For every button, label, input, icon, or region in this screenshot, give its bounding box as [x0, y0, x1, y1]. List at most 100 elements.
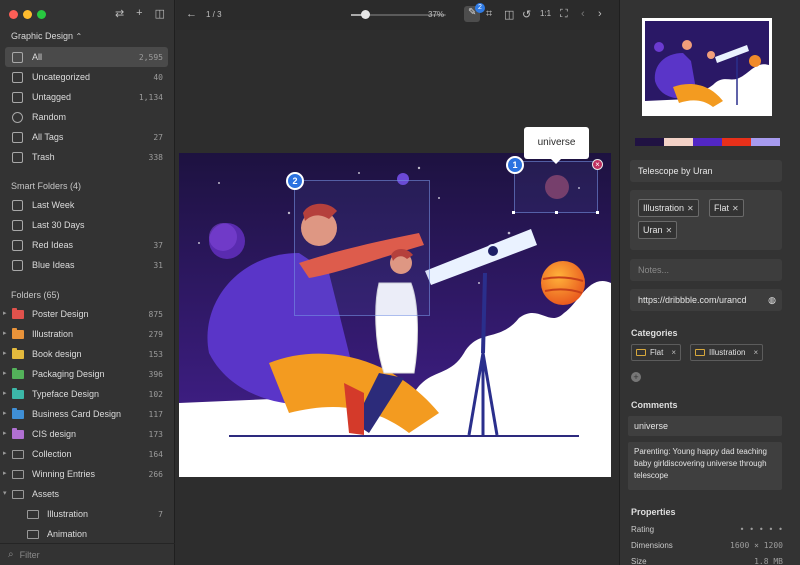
- disclosure-arrow-icon[interactable]: ▸: [3, 369, 7, 377]
- palette-swatch[interactable]: [693, 138, 722, 146]
- resize-handle[interactable]: [512, 211, 515, 214]
- window-controls: [9, 10, 46, 19]
- swap-icon[interactable]: ⇄: [115, 7, 124, 20]
- property-dimensions: Dimensions 1600 × 1200: [631, 541, 783, 550]
- annotation-region-1[interactable]: [514, 161, 598, 213]
- property-rating: Rating • • • • •: [631, 525, 783, 534]
- tags-field[interactable]: Illustration ✕ Flat ✕ Uran ✕: [630, 190, 782, 250]
- rating-stars[interactable]: • • • • •: [740, 525, 783, 534]
- folder-business-card-design[interactable]: ▸ Business Card Design 117: [3, 404, 168, 424]
- tag-uran[interactable]: Uran ✕: [638, 221, 678, 239]
- remove-category-icon[interactable]: ×: [753, 348, 758, 357]
- folder-poster-design[interactable]: ▸ Poster Design 875: [3, 304, 168, 324]
- fit-screen-icon[interactable]: ⛶: [560, 8, 568, 21]
- annotation-region-2[interactable]: [294, 180, 430, 316]
- globe-icon[interactable]: ◍: [768, 295, 776, 306]
- disclosure-arrow-icon[interactable]: ▸: [3, 329, 7, 337]
- tag-flat[interactable]: Flat ✕: [709, 199, 744, 217]
- rotate-icon[interactable]: ↺: [522, 8, 531, 21]
- category-flat[interactable]: Flat ×: [631, 344, 682, 361]
- category-illustration[interactable]: Illustration ×: [690, 344, 764, 361]
- disclosure-arrow-icon[interactable]: ▸: [3, 469, 7, 477]
- remove-category-icon[interactable]: ×: [671, 348, 676, 357]
- palette-swatch[interactable]: [635, 138, 664, 146]
- disclosure-arrow-icon[interactable]: ▸: [3, 409, 7, 417]
- folder-icon: [12, 387, 24, 399]
- folder-collection[interactable]: ▸ Collection 164: [3, 444, 168, 464]
- folder-assets[interactable]: ▾ Assets: [3, 484, 168, 504]
- comment-body-field[interactable]: Parenting: Young happy dad teaching baby…: [628, 442, 782, 490]
- palette-swatch[interactable]: [751, 138, 780, 146]
- sidebar-item-all-tags[interactable]: All Tags 27: [5, 127, 168, 147]
- folder-illustration[interactable]: ▸ Illustration 279: [3, 324, 168, 344]
- add-category-icon[interactable]: +: [631, 372, 641, 382]
- search-icon: ⌕: [8, 549, 14, 560]
- sidebar-item-trash[interactable]: Trash 338: [5, 147, 168, 167]
- folder-book-design[interactable]: ▸ Book design 153: [3, 344, 168, 364]
- close-window-button[interactable]: [9, 10, 18, 19]
- comment-title-field[interactable]: universe: [628, 416, 782, 436]
- title-field[interactable]: Telescope by Uran: [630, 160, 782, 182]
- folder-winning-entries[interactable]: ▸ Winning Entries 266: [3, 464, 168, 484]
- folder-cis-design[interactable]: ▸ CIS design 173: [3, 424, 168, 444]
- smart-folder-last-week[interactable]: Last Week: [5, 195, 168, 215]
- disclosure-arrow-icon[interactable]: ▸: [3, 349, 7, 357]
- minimize-window-button[interactable]: [23, 10, 32, 19]
- library-title: Graphic Design: [11, 31, 74, 41]
- smart-folder-red-ideas[interactable]: Red Ideas 37: [5, 235, 168, 255]
- folder-packaging-design[interactable]: ▸ Packaging Design 396: [3, 364, 168, 384]
- add-icon[interactable]: +: [136, 7, 142, 20]
- folder-outline-icon: [12, 449, 24, 459]
- sidebar-item-random[interactable]: Random: [5, 107, 168, 127]
- viewer-toolbar: ← 1 / 3 37% ✎ 2 ⌗ ◫ ↺ 1:1 ⛶ ‹ ›: [176, 0, 619, 30]
- remove-tag-icon[interactable]: ✕: [687, 204, 694, 213]
- crop-icon[interactable]: ⌗: [486, 8, 492, 21]
- smart-folder-blue-ideas[interactable]: Blue Ideas 31: [5, 255, 168, 275]
- folder-typeface-design[interactable]: ▸ Typeface Design 102: [3, 384, 168, 404]
- smart-folders-list: Last Week Last 30 Days Red Ideas 37 Blue…: [5, 195, 168, 275]
- filter-bar[interactable]: ⌕ Filter: [0, 543, 175, 565]
- tag-illustration[interactable]: Illustration ✕: [638, 199, 699, 217]
- remove-tag-icon[interactable]: ✕: [732, 204, 739, 213]
- disclosure-arrow-icon[interactable]: ▸: [3, 309, 7, 317]
- back-icon[interactable]: ←: [186, 8, 197, 20]
- disclosure-arrow-expanded-icon[interactable]: ▾: [3, 489, 7, 497]
- smart-folder-last-30-days[interactable]: Last 30 Days: [5, 215, 168, 235]
- disclosure-arrow-icon[interactable]: ▸: [3, 389, 7, 397]
- sidebar-item-untagged[interactable]: Untagged 1,134: [5, 87, 168, 107]
- subfolder-animation[interactable]: Animation: [5, 524, 168, 544]
- url-field[interactable]: https://dribbble.com/urancd ◍: [630, 289, 782, 311]
- palette-swatch[interactable]: [664, 138, 693, 146]
- image-thumbnail[interactable]: [642, 18, 772, 116]
- filter-input[interactable]: Filter: [20, 550, 40, 560]
- next-icon[interactable]: ›: [598, 8, 602, 20]
- resize-handle[interactable]: [555, 211, 558, 214]
- disclosure-arrow-icon[interactable]: ▸: [3, 429, 7, 437]
- zoom-level: 37%: [428, 10, 445, 19]
- smart-folder-icon: [12, 199, 23, 211]
- library-switcher[interactable]: Graphic Design ⌃: [11, 31, 82, 41]
- annotation-pin-1[interactable]: 1: [506, 156, 524, 174]
- remove-tag-icon[interactable]: ✕: [666, 226, 673, 235]
- annotation-tooltip: universe: [524, 127, 589, 164]
- zoom-slider-knob[interactable]: [361, 10, 371, 19]
- sidebar-toggle-icon[interactable]: ◫: [155, 7, 165, 20]
- image-canvas: 2 1 universe ×: [176, 30, 619, 565]
- zoom-window-button[interactable]: [37, 10, 46, 19]
- annotation-pin-2[interactable]: 2: [286, 172, 304, 190]
- inspector-panel: Telescope by Uran Illustration ✕ Flat ✕ Ur…: [619, 0, 800, 565]
- resize-handle[interactable]: [596, 211, 599, 214]
- properties-heading: Properties: [631, 507, 676, 517]
- notes-field[interactable]: Notes...: [630, 259, 782, 281]
- comments-heading: Comments: [631, 400, 678, 410]
- property-size: Size 1.8 MB: [631, 557, 783, 565]
- sidebar-item-all[interactable]: All 2,595: [5, 47, 168, 67]
- delete-annotation-icon[interactable]: ×: [592, 159, 603, 170]
- disclosure-arrow-icon[interactable]: ▸: [3, 449, 7, 457]
- actual-size-button[interactable]: 1:1: [540, 9, 551, 18]
- prev-icon[interactable]: ‹: [581, 8, 585, 20]
- compare-icon[interactable]: ◫: [504, 8, 514, 21]
- subfolder-illustration[interactable]: Illustration 7: [5, 504, 168, 524]
- palette-swatch[interactable]: [722, 138, 751, 146]
- sidebar-item-uncategorized[interactable]: Uncategorized 40: [5, 67, 168, 87]
